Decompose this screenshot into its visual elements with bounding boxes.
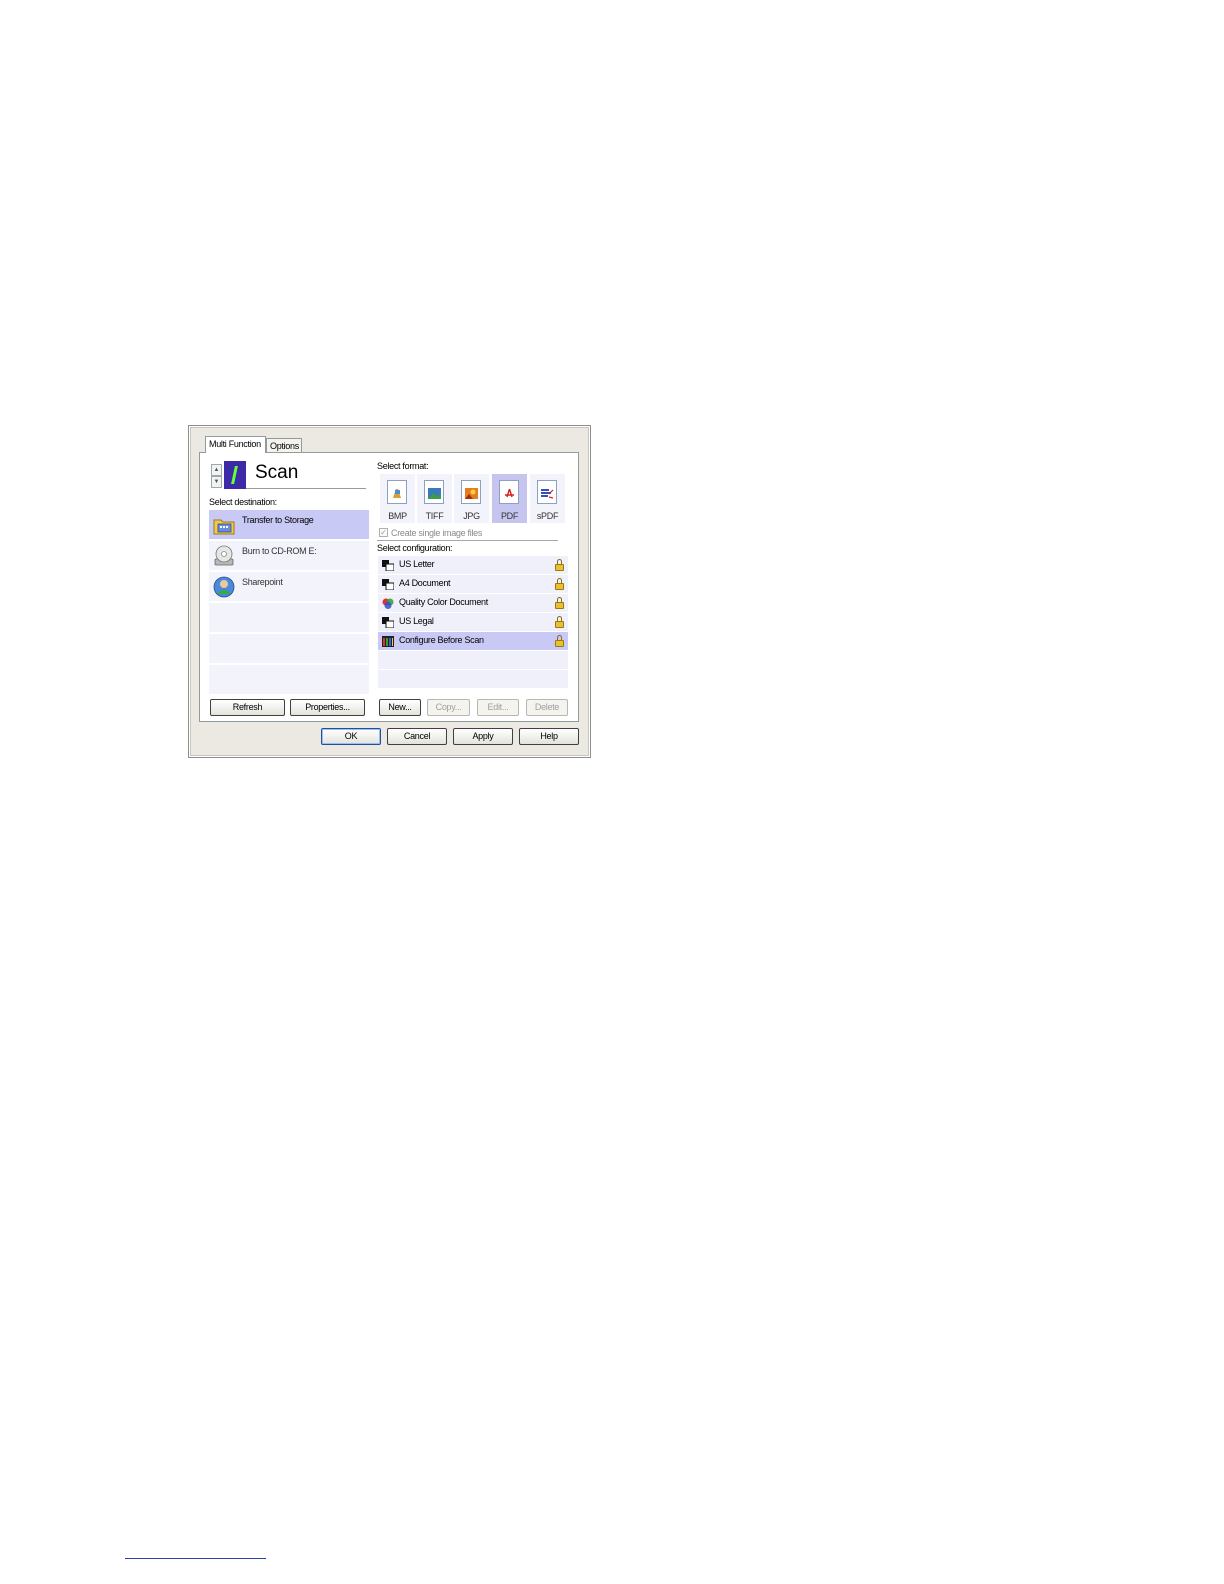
tab-options[interactable]: Options: [266, 438, 302, 453]
bw-document-icon: [382, 617, 394, 628]
ok-button[interactable]: OK: [321, 728, 381, 745]
spdf-icon: [541, 489, 554, 499]
destination-item-empty: [209, 665, 369, 695]
configuration-item-a4-document[interactable]: A4 Document: [378, 575, 568, 594]
page-title: Scan: [255, 462, 299, 483]
configuration-list: US Letter A4 Document Quality Color Docu…: [378, 556, 568, 689]
title-divider: [246, 488, 366, 489]
configuration-label: Quality Color Document: [399, 597, 488, 607]
color-document-icon: [382, 598, 394, 609]
destination-label: Transfer to Storage: [242, 515, 314, 525]
properties-button[interactable]: Properties...: [290, 699, 365, 716]
configuration-item-empty: [378, 670, 568, 689]
lock-icon: [555, 635, 564, 647]
lock-icon: [555, 597, 564, 609]
sharepoint-icon: [213, 576, 235, 598]
refresh-button[interactable]: Refresh: [210, 699, 285, 716]
format-label: TIFF: [425, 511, 444, 521]
spinner-up-button[interactable]: ▲: [211, 464, 222, 476]
spinner-down-button[interactable]: ▼: [211, 476, 222, 488]
format-divider: [377, 540, 558, 541]
bw-document-icon: [382, 579, 394, 590]
configuration-item-us-legal[interactable]: US Legal: [378, 613, 568, 632]
lock-icon: [555, 559, 564, 571]
single-image-label: Create single image files: [391, 528, 483, 538]
format-spdf[interactable]: sPDF: [530, 474, 565, 523]
format-label: JPG: [463, 511, 480, 521]
bw-document-icon: [382, 560, 394, 571]
pdf-icon: [505, 488, 514, 498]
format-bmp[interactable]: BMP: [380, 474, 415, 523]
destination-label: Burn to CD-ROM E:: [242, 546, 317, 556]
single-image-checkbox[interactable]: ✓: [379, 528, 388, 537]
cancel-button[interactable]: Cancel: [387, 728, 447, 745]
format-tiff[interactable]: TIFF: [417, 474, 452, 523]
delete-button[interactable]: Delete: [526, 699, 568, 716]
configuration-label: A4 Document: [399, 578, 451, 588]
configuration-label: Configure Before Scan: [399, 635, 484, 645]
bmp-icon: [393, 489, 401, 498]
format-label: sPDF: [536, 511, 559, 521]
jpg-icon: [465, 488, 478, 499]
new-button[interactable]: New...: [379, 699, 421, 716]
help-button[interactable]: Help: [519, 728, 579, 745]
scan-button-icon: [224, 461, 246, 489]
edit-button[interactable]: Edit...: [477, 699, 519, 716]
destination-item-transfer-to-storage[interactable]: Transfer to Storage: [209, 510, 369, 540]
configure-icon: [382, 636, 394, 647]
format-label: PDF: [500, 511, 519, 521]
configuration-item-us-letter[interactable]: US Letter: [378, 556, 568, 575]
cd-burn-icon: [214, 545, 234, 566]
format-jpg[interactable]: JPG: [454, 474, 489, 523]
destination-list: Transfer to Storage Burn to CD-ROM E: Sh…: [209, 510, 369, 696]
tab-multi-function[interactable]: Multi Function: [205, 436, 266, 453]
select-configuration-label: Select configuration:: [377, 543, 453, 553]
folder-storage-icon: [213, 519, 235, 535]
select-format-label: Select format:: [377, 461, 429, 471]
configuration-label: US Letter: [399, 559, 435, 569]
format-label: BMP: [388, 511, 407, 521]
destination-item-sharepoint[interactable]: Sharepoint: [209, 572, 369, 602]
copy-button[interactable]: Copy...: [427, 699, 470, 716]
destination-item-empty: [209, 634, 369, 664]
lock-icon: [555, 616, 564, 628]
lock-icon: [555, 578, 564, 590]
footnote-rule: [125, 1558, 266, 1559]
tiff-icon: [428, 488, 441, 499]
destination-item-empty: [209, 603, 369, 633]
configuration-item-empty: [378, 651, 568, 670]
configuration-item-quality-color-document[interactable]: Quality Color Document: [378, 594, 568, 613]
format-pdf[interactable]: PDF: [492, 474, 527, 523]
destination-item-burn-to-cd[interactable]: Burn to CD-ROM E:: [209, 541, 369, 571]
apply-button[interactable]: Apply: [453, 728, 513, 745]
configuration-label: US Legal: [399, 616, 434, 626]
destination-label: Sharepoint: [242, 577, 283, 587]
select-destination-label: Select destination:: [209, 497, 277, 507]
configuration-item-configure-before-scan[interactable]: Configure Before Scan: [378, 632, 568, 651]
